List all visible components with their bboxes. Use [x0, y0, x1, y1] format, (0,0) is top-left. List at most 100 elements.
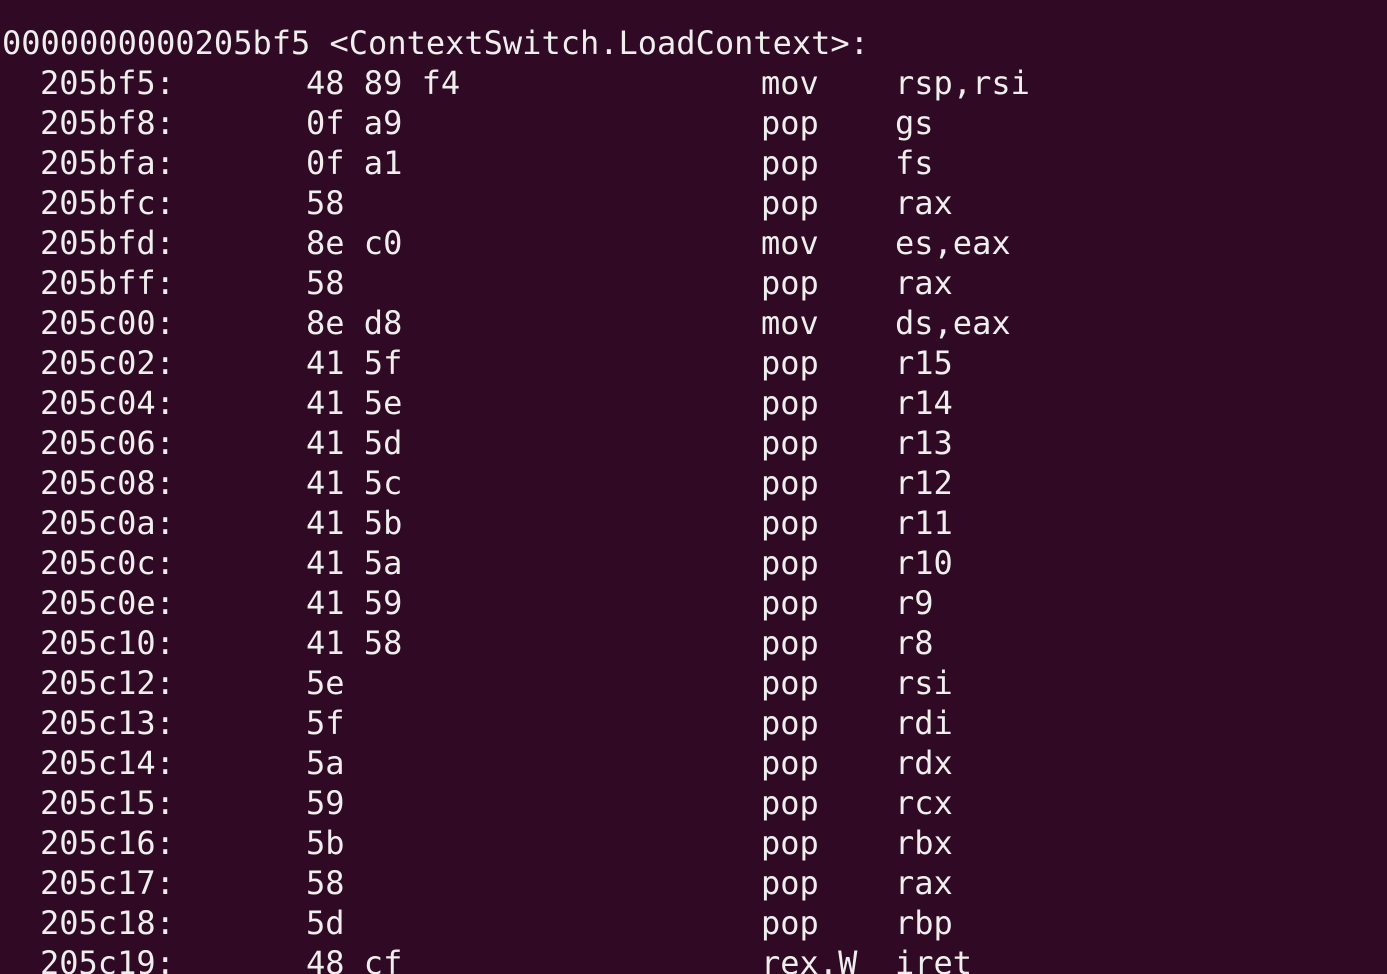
disassembly-row: 205bff: 58 pop rax — [0, 263, 1387, 303]
opcode-bytes-cell: 5a — [306, 744, 345, 782]
operands-cell: rcx — [895, 784, 953, 822]
address-cell: 205c0e: — [40, 584, 175, 622]
operands-cell: fs — [895, 144, 934, 182]
address-cell: 205c0c: — [40, 544, 175, 582]
disassembly-row: 205c17: 58 pop rax — [0, 863, 1387, 903]
address-cell: 205bff: — [40, 264, 175, 302]
opcode-bytes-cell: 8e c0 — [306, 224, 403, 262]
mnemonic-cell: pop — [761, 384, 819, 422]
opcode-bytes-cell: 58 — [306, 184, 345, 222]
opcode-bytes-cell: 41 58 — [306, 624, 403, 662]
disassembly-row: 205c13: 5f pop rdi — [0, 703, 1387, 743]
mnemonic-cell: pop — [761, 704, 819, 742]
terminal-window[interactable]: 0000000000205bf5 <ContextSwitch.LoadCont… — [0, 0, 1387, 974]
address-cell: 205c14: — [40, 744, 175, 782]
mnemonic-cell: pop — [761, 584, 819, 622]
mnemonic-cell: pop — [761, 344, 819, 382]
disassembly-row: 205bf8: 0f a9 pop gs — [0, 103, 1387, 143]
address-cell: 205bfd: — [40, 224, 175, 262]
operands-cell: r12 — [895, 464, 953, 502]
address-cell: 205c00: — [40, 304, 175, 342]
mnemonic-cell: pop — [761, 544, 819, 582]
address-cell: 205c16: — [40, 824, 175, 862]
operands-cell: r14 — [895, 384, 953, 422]
mnemonic-cell: pop — [761, 664, 819, 702]
mnemonic-cell: pop — [761, 184, 819, 222]
function-header: 0000000000205bf5 <ContextSwitch.LoadCont… — [2, 24, 869, 62]
operands-cell: rbp — [895, 904, 953, 942]
opcode-bytes-cell: 59 — [306, 784, 345, 822]
address-cell: 205c10: — [40, 624, 175, 662]
address-cell: 205c13: — [40, 704, 175, 742]
opcode-bytes-cell: 8e d8 — [306, 304, 403, 342]
opcode-bytes-cell: 48 89 f4 — [306, 64, 461, 102]
address-cell: 205c15: — [40, 784, 175, 822]
opcode-bytes-cell: 5d — [306, 904, 345, 942]
operands-cell: gs — [895, 104, 934, 142]
opcode-bytes-cell: 41 5c — [306, 464, 403, 502]
opcode-bytes-cell: 5b — [306, 824, 345, 862]
operands-cell: r11 — [895, 504, 953, 542]
operands-cell: rdi — [895, 704, 953, 742]
operands-cell: rbx — [895, 824, 953, 862]
disassembly-row: 205c18: 5d pop rbp — [0, 903, 1387, 943]
disassembly-row: 205c12: 5e pop rsi — [0, 663, 1387, 703]
opcode-bytes-cell: 41 5b — [306, 504, 403, 542]
disassembly-row: 205c04: 41 5e pop r14 — [0, 383, 1387, 423]
disassembly-row: 205bf5: 48 89 f4 mov rsp,rsi — [0, 63, 1387, 103]
operands-cell: r9 — [895, 584, 934, 622]
mnemonic-cell: pop — [761, 744, 819, 782]
address-cell: 205c08: — [40, 464, 175, 502]
address-cell: 205c0a: — [40, 504, 175, 542]
mnemonic-cell: pop — [761, 824, 819, 862]
operands-cell: rax — [895, 864, 953, 902]
mnemonic-cell: pop — [761, 784, 819, 822]
operands-cell: iret — [895, 944, 973, 974]
mnemonic-cell: pop — [761, 864, 819, 902]
address-cell: 205bfc: — [40, 184, 175, 222]
mnemonic-cell: pop — [761, 424, 819, 462]
opcode-bytes-cell: 58 — [306, 264, 345, 302]
disassembly-row: 205c06: 41 5d pop r13 — [0, 423, 1387, 463]
disassembly-row: 205bfc: 58 pop rax — [0, 183, 1387, 223]
opcode-bytes-cell: 41 5d — [306, 424, 403, 462]
operands-cell: es,eax — [895, 224, 1011, 262]
address-cell: 205c19: — [40, 944, 175, 974]
address-cell: 205bf8: — [40, 104, 175, 142]
disassembly-row: 205c14: 5a pop rdx — [0, 743, 1387, 783]
address-cell: 205c12: — [40, 664, 175, 702]
address-cell: 205bfa: — [40, 144, 175, 182]
mnemonic-cell: pop — [761, 104, 819, 142]
operands-cell: ds,eax — [895, 304, 1011, 342]
opcode-bytes-cell: 48 cf — [306, 944, 403, 974]
opcode-bytes-cell: 41 5a — [306, 544, 403, 582]
opcode-bytes-cell: 0f a9 — [306, 104, 403, 142]
mnemonic-cell: pop — [761, 144, 819, 182]
mnemonic-cell: pop — [761, 504, 819, 542]
mnemonic-cell: pop — [761, 464, 819, 502]
address-cell: 205c02: — [40, 344, 175, 382]
address-cell: 205c18: — [40, 904, 175, 942]
disassembly-row: 205c19: 48 cf rex.W iret — [0, 943, 1387, 974]
operands-cell: r13 — [895, 424, 953, 462]
disassembly-row: 205c16: 5b pop rbx — [0, 823, 1387, 863]
operands-cell: r8 — [895, 624, 934, 662]
operands-cell: rsi — [895, 664, 953, 702]
address-cell: 205c17: — [40, 864, 175, 902]
mnemonic-cell: pop — [761, 904, 819, 942]
disassembly-row: 205c08: 41 5c pop r12 — [0, 463, 1387, 503]
opcode-bytes-cell: 0f a1 — [306, 144, 403, 182]
disassembly-row: 205c10: 41 58 pop r8 — [0, 623, 1387, 663]
operands-cell: r15 — [895, 344, 953, 382]
operands-cell: rdx — [895, 744, 953, 782]
disassembly-row: 205c0e: 41 59 pop r9 — [0, 583, 1387, 623]
mnemonic-cell: mov — [761, 224, 819, 262]
mnemonic-cell: rex.W — [761, 944, 858, 974]
operands-cell: rax — [895, 184, 953, 222]
opcode-bytes-cell: 5f — [306, 704, 345, 742]
opcode-bytes-cell: 41 5f — [306, 344, 403, 382]
operands-cell: r10 — [895, 544, 953, 582]
disassembly-row: 205c02: 41 5f pop r15 — [0, 343, 1387, 383]
operands-cell: rsp,rsi — [895, 64, 1030, 102]
opcode-bytes-cell: 41 59 — [306, 584, 403, 622]
